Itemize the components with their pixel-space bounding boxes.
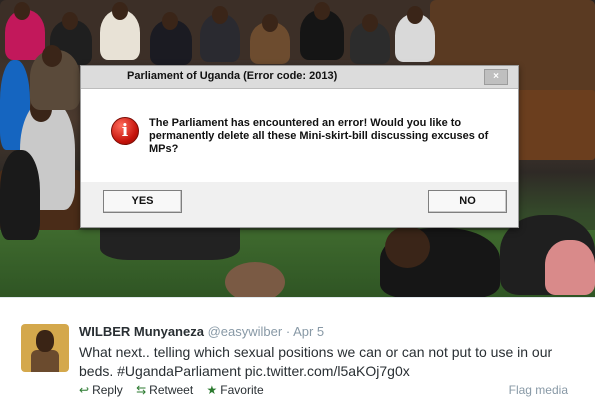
tweet-card: WILBER Munyaneza @easywilber · Apr 5 Wha…: [0, 297, 595, 418]
tweet-author-handle[interactable]: @easywilber: [208, 324, 283, 339]
retweet-icon: ⇆: [136, 383, 147, 397]
yes-button[interactable]: YES: [103, 190, 182, 213]
favorite-button[interactable]: ★ Favorite: [207, 383, 264, 397]
reply-label: Reply: [92, 383, 123, 397]
error-icon: i: [111, 117, 139, 145]
tweet-header: WILBER Munyaneza @easywilber · Apr 5: [79, 324, 324, 339]
no-button[interactable]: NO: [428, 190, 507, 213]
tweet-text: What next.. telling which sexual positio…: [79, 344, 553, 379]
dialog-body: i The Parliament has encountered an erro…: [81, 89, 518, 182]
dialog-message: The Parliament has encountered an error!…: [149, 117, 489, 155]
retweet-button[interactable]: ⇆ Retweet: [136, 383, 193, 397]
tweet-author-name[interactable]: WILBER Munyaneza: [79, 324, 204, 339]
tweet-actions: ↩ Reply ⇆ Retweet ★ Favorite: [79, 383, 274, 397]
dialog-title: Parliament of Uganda (Error code: 2013): [127, 70, 338, 82]
tweet-date[interactable]: Apr 5: [293, 324, 324, 339]
flag-media-link[interactable]: Flag media: [509, 383, 568, 397]
reply-button[interactable]: ↩ Reply: [79, 383, 123, 397]
favorite-label: Favorite: [220, 383, 264, 397]
reply-icon: ↩: [79, 383, 90, 397]
dialog-titlebar[interactable]: Parliament of Uganda (Error code: 2013) …: [81, 66, 518, 89]
tweet-separator: ·: [285, 324, 291, 339]
close-button[interactable]: ×: [484, 69, 508, 85]
error-dialog: Parliament of Uganda (Error code: 2013) …: [80, 65, 519, 228]
retweet-label: Retweet: [149, 383, 194, 397]
star-icon: ★: [206, 383, 218, 397]
avatar[interactable]: [21, 324, 69, 372]
